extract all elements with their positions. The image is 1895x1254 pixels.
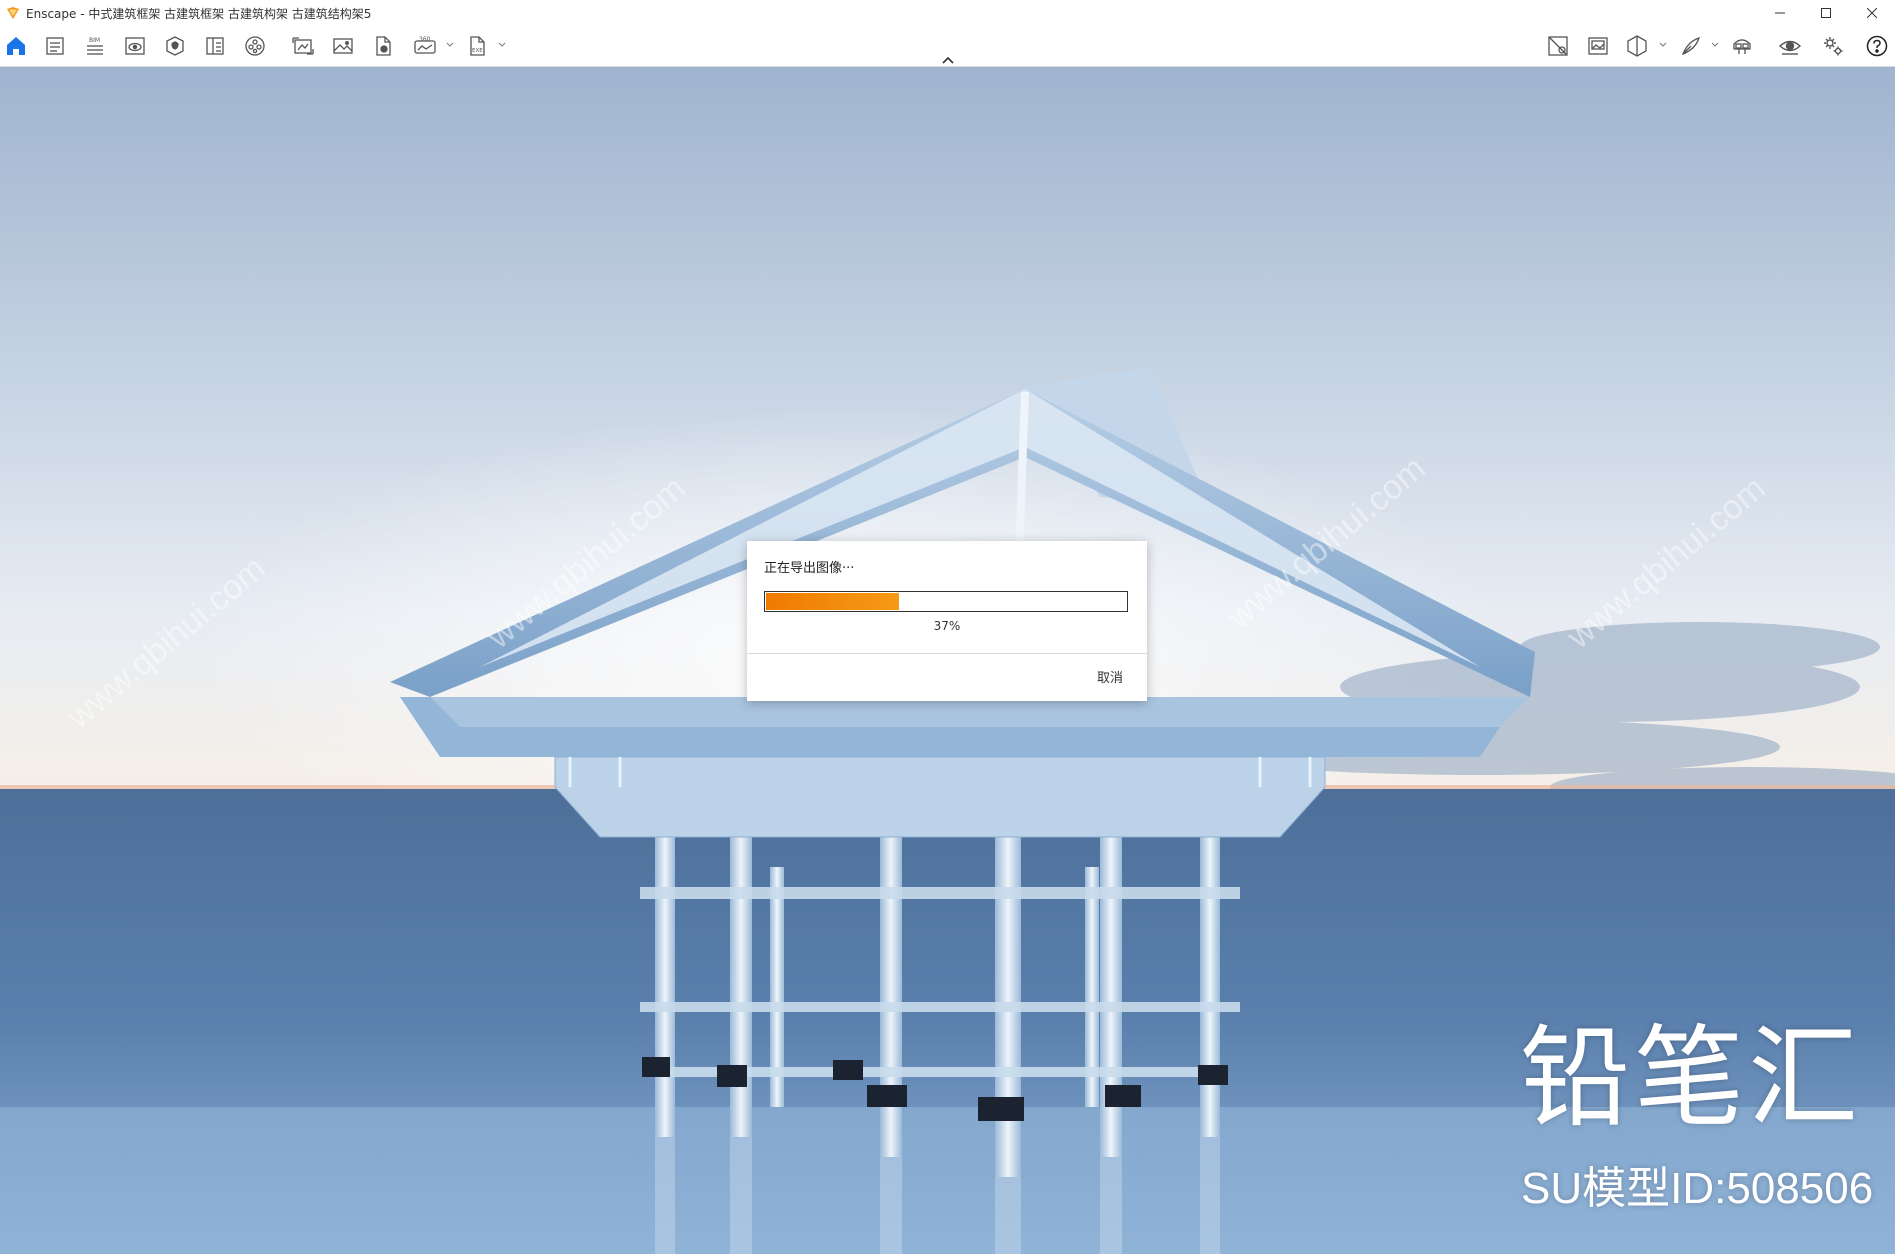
window-title: Enscape - 中式建筑框架 古建筑框架 古建筑构架 古建筑结构架5 <box>26 6 372 21</box>
enscape-logo-icon <box>7 7 19 19</box>
render-mode-button[interactable] <box>1543 31 1573 61</box>
capture-button[interactable] <box>1583 31 1613 61</box>
export-360-button[interactable]: 360 <box>410 31 440 61</box>
render-mode-icon <box>1548 36 1568 56</box>
section-icon <box>1627 35 1647 57</box>
batch-render-icon <box>292 37 314 55</box>
views-button[interactable] <box>40 31 70 61</box>
maximize-icon <box>1821 8 1831 18</box>
vr-headset-button[interactable] <box>1727 31 1757 61</box>
section-button[interactable] <box>1622 31 1652 61</box>
vr-headset-icon <box>1733 39 1751 54</box>
render-viewport[interactable]: www.qbihui.com www.qbihui.com www.qbihui… <box>0 67 1895 1254</box>
toolbar: BIM 360 EXE <box>0 26 1895 67</box>
bim-button[interactable]: BIM <box>80 31 110 61</box>
capture-icon <box>1588 37 1608 55</box>
minimize-button[interactable] <box>1757 0 1803 26</box>
asset-library-button[interactable] <box>160 31 190 61</box>
model-id-watermark: SU模型ID:508506 <box>1521 1164 1874 1213</box>
help-button[interactable] <box>1862 31 1892 61</box>
dialog-divider <box>747 653 1147 654</box>
visibility-button[interactable] <box>1775 31 1805 61</box>
progress-bar <box>764 591 1128 612</box>
export-exe-icon: EXE <box>470 36 485 56</box>
material-editor-button[interactable] <box>200 31 230 61</box>
screenshot-button[interactable] <box>328 31 358 61</box>
video-editor-button[interactable] <box>240 31 270 61</box>
settings-button[interactable] <box>1818 31 1848 61</box>
batch-render-button[interactable] <box>288 31 318 61</box>
chevron-down-icon[interactable] <box>497 40 507 50</box>
progress-percent: 37% <box>933 619 961 633</box>
close-icon <box>1867 8 1877 18</box>
chevron-down-icon[interactable] <box>445 40 455 50</box>
visual-settings-icon <box>125 37 145 55</box>
minimize-icon <box>1775 12 1785 14</box>
visibility-icon <box>1778 40 1802 55</box>
title-bar: Enscape - 中式建筑框架 古建筑框架 古建筑构架 古建筑结构架5 <box>0 0 1895 26</box>
brand-watermark: 铅笔汇 <box>1520 1014 1862 1142</box>
chevron-down-icon[interactable] <box>1710 40 1720 50</box>
material-editor-icon <box>206 37 224 55</box>
dialog-message: 正在导出图像··· <box>764 561 855 576</box>
video-editor-icon <box>245 36 265 56</box>
progress-fill <box>766 593 899 610</box>
export-progress-dialog: 正在导出图像··· 37% 取消 <box>747 541 1147 701</box>
export-360-icon: 360 <box>414 36 436 54</box>
settings-icon <box>1824 37 1843 56</box>
collapse-toolbar-icon[interactable] <box>938 54 958 66</box>
views-icon <box>46 37 64 55</box>
window-controls <box>1757 0 1895 26</box>
sketch-button[interactable] <box>1676 31 1706 61</box>
sketch-icon <box>1681 36 1701 56</box>
visual-settings-button[interactable] <box>120 31 150 61</box>
export-button[interactable] <box>368 31 398 61</box>
screenshot-icon <box>333 38 353 54</box>
svg-text:EXE: EXE <box>472 48 483 54</box>
home-icon <box>7 37 25 55</box>
bim-icon: BIM <box>87 37 103 55</box>
help-icon <box>1866 35 1888 57</box>
maximize-button[interactable] <box>1803 0 1849 26</box>
close-button[interactable] <box>1849 0 1895 26</box>
asset-library-icon <box>166 36 184 56</box>
svg-text:360: 360 <box>419 36 431 43</box>
export-icon <box>376 36 391 56</box>
svg-text:BIM: BIM <box>89 37 100 44</box>
export-exe-button[interactable]: EXE <box>462 31 492 61</box>
home-button[interactable] <box>1 31 31 61</box>
chevron-down-icon[interactable] <box>1658 40 1668 50</box>
cancel-button[interactable]: 取消 <box>1097 667 1123 686</box>
